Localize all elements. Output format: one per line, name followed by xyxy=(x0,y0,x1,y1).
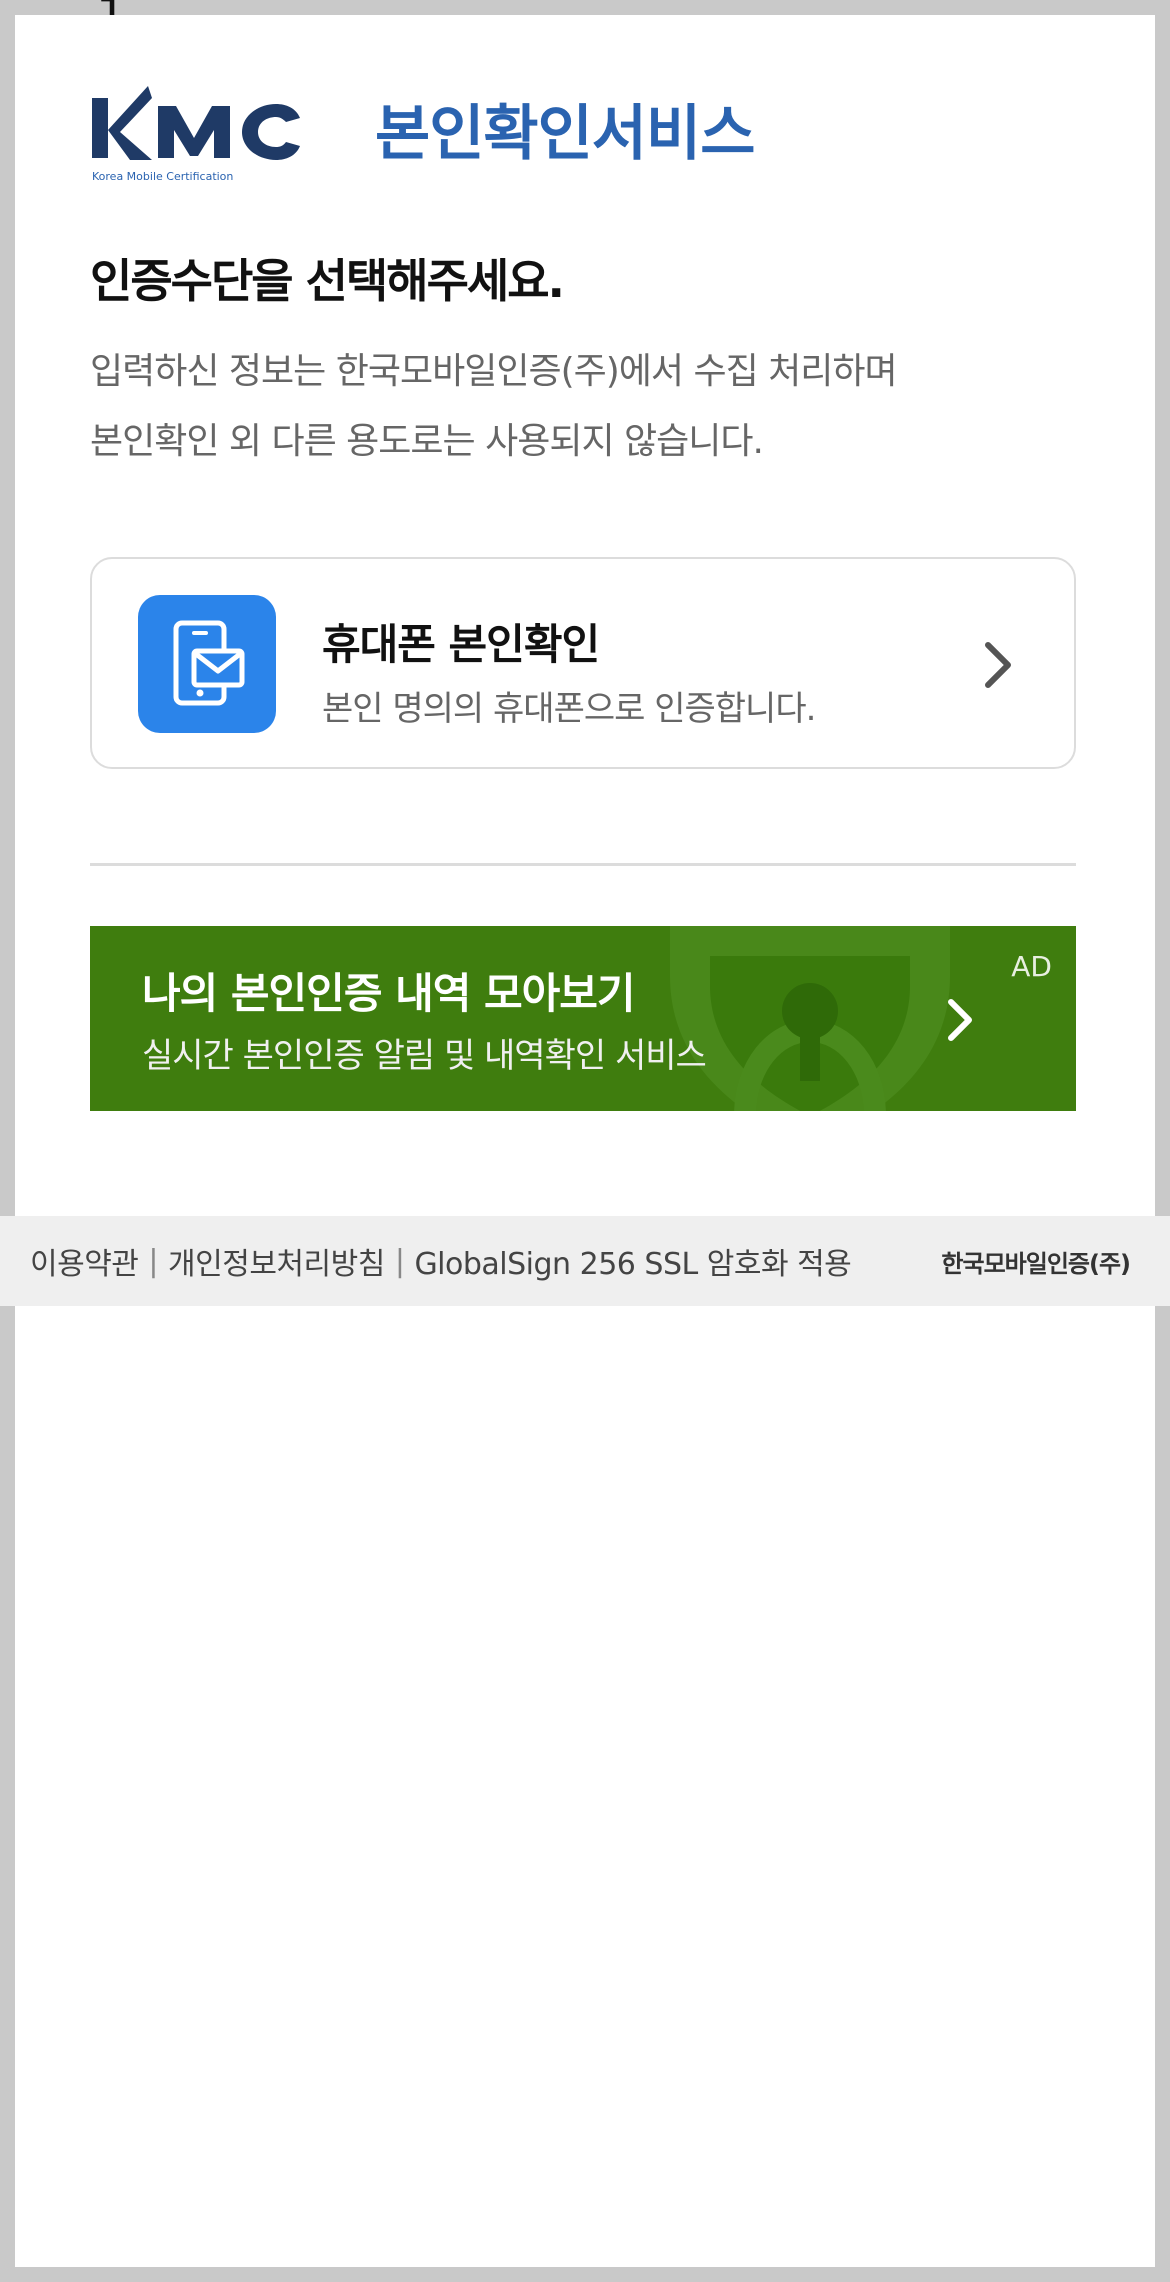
logo-subtext: Korea Mobile Certification xyxy=(92,170,233,183)
description-line-1: 입력하신 정보는 한국모바일인증(주)에서 수집 처리하며 xyxy=(90,351,898,392)
ad-label: AD xyxy=(1011,950,1052,983)
terms-link[interactable]: 이용약관 xyxy=(30,1239,139,1283)
footer-links: 이용약관 | 개인정보처리방침 | GlobalSign 256 SSL 암호화… xyxy=(30,1216,852,1306)
phone-message-icon xyxy=(138,595,276,733)
ad-banner[interactable]: 나의 본인인증 내역 모아보기 실시간 본인인증 알림 및 내역확인 서비스 A… xyxy=(90,926,1076,1111)
footer-separator: | xyxy=(394,1243,405,1279)
section-divider xyxy=(90,863,1076,866)
phone-auth-subtitle: 본인 명의의 휴대폰으로 인증합니다. xyxy=(322,689,816,729)
ad-title: 나의 본인인증 내역 모아보기 xyxy=(142,969,636,1018)
description-line-2: 본인확인 외 다른 용도로는 사용되지 않습니다. xyxy=(90,421,764,462)
footer: 이용약관 | 개인정보처리방침 | GlobalSign 256 SSL 암호화… xyxy=(0,1216,1170,1306)
ssl-notice: GlobalSign 256 SSL 암호화 적용 xyxy=(414,1247,852,1282)
chevron-right-icon xyxy=(978,637,1018,693)
service-title: 본인확인서비스 xyxy=(375,98,755,169)
privacy-policy-link[interactable]: 개인정보처리방침 xyxy=(168,1239,385,1283)
footer-separator: | xyxy=(148,1243,159,1279)
description: 입력하신 정보는 한국모바일인증(주)에서 수집 처리하며 본인확인 외 다른 … xyxy=(90,337,1050,477)
footer-brand-logo: 한국모바일인증(주) xyxy=(941,1249,1131,1278)
header: Korea Mobile Certification 본인확인서비스 xyxy=(90,80,755,190)
phone-auth-option[interactable]: 휴대폰 본인확인 본인 명의의 휴대폰으로 인증합니다. xyxy=(90,557,1076,769)
chevron-right-icon xyxy=(945,996,975,1044)
kmc-logo: Korea Mobile Certification xyxy=(90,80,320,190)
shield-watermark-icon xyxy=(650,926,970,1111)
phone-auth-title: 휴대폰 본인확인 xyxy=(322,620,600,669)
page-container: Korea Mobile Certification 본인확인서비스 인증수단을… xyxy=(15,15,1155,2267)
ad-subtitle: 실시간 본인인증 알림 및 내역확인 서비스 xyxy=(142,1036,707,1076)
kmc-logo-mark: Korea Mobile Certification xyxy=(92,86,300,183)
page-title: 인증수단을 선택해주세요. xyxy=(90,254,565,308)
